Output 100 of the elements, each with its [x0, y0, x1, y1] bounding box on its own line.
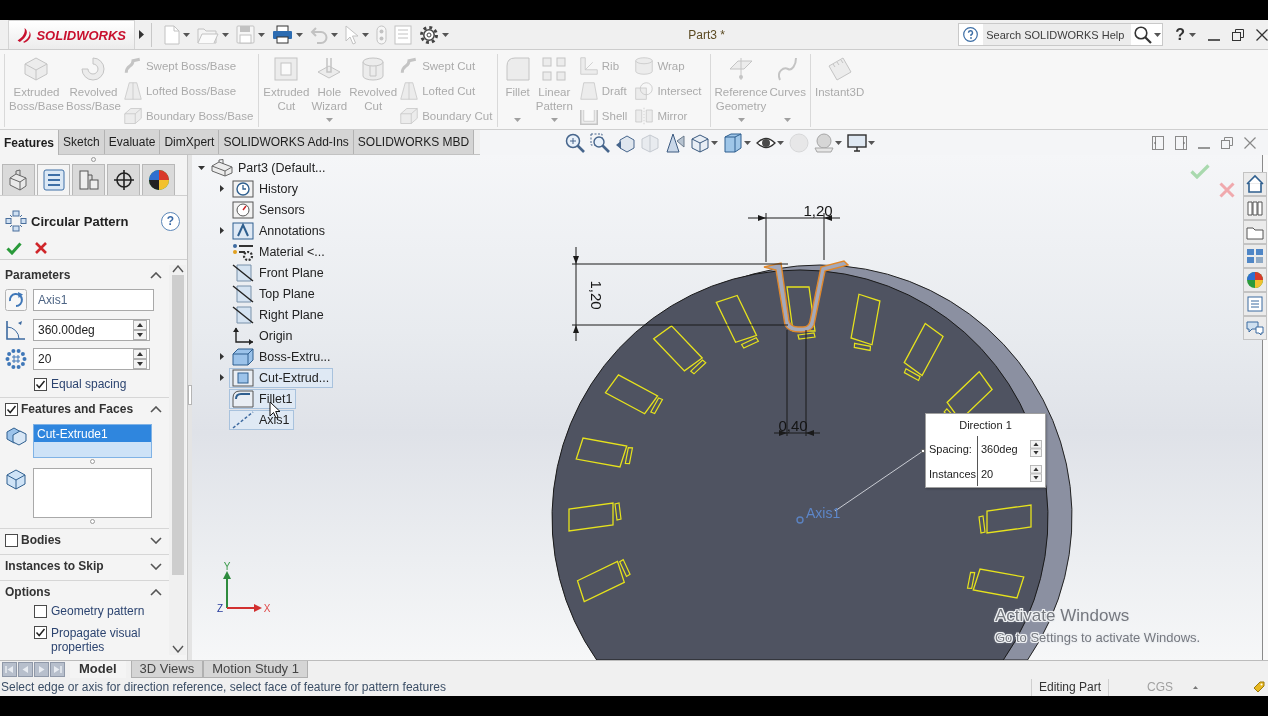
help-button[interactable]: ?: [1175, 25, 1185, 44]
help-circle-icon[interactable]: [963, 27, 979, 42]
tile-left-icon[interactable]: [1152, 135, 1164, 150]
app-menu-button[interactable]: SOLIDWORKS: [8, 20, 135, 49]
spin-field[interactable]: 20: [977, 461, 1045, 486]
caret-icon[interactable]: [197, 165, 205, 170]
tab[interactable]: Model: [70, 661, 126, 678]
gear-icon[interactable]: [419, 24, 439, 45]
spin-field[interactable]: 360deg: [977, 436, 1045, 461]
cube-icon[interactable]: [690, 132, 710, 153]
caret-icon[interactable]: [1189, 32, 1196, 37]
direction-field[interactable]: Axis1: [33, 289, 154, 311]
checkbox-label[interactable]: Geometry pattern: [51, 604, 145, 618]
caret-icon[interactable]: [442, 32, 449, 37]
home-icon[interactable]: [1243, 172, 1267, 196]
resize-grip-icon[interactable]: [90, 459, 95, 464]
selection-list[interactable]: [33, 468, 152, 518]
printer-icon[interactable]: [272, 25, 293, 44]
grip-dot-icon[interactable]: [91, 157, 96, 162]
shaded-cube-icon[interactable]: [723, 132, 743, 153]
tree-item[interactable]: Right Plane: [229, 304, 328, 325]
search-box[interactable]: Search SOLIDWORKS Help: [958, 23, 1164, 46]
caret-icon[interactable]: [220, 185, 224, 192]
tab[interactable]: Evaluate: [104, 130, 161, 154]
tiles-icon[interactable]: [1243, 244, 1267, 268]
panel-tab[interactable]: [107, 164, 140, 195]
folder-icon[interactable]: [1243, 220, 1267, 244]
list-item[interactable]: Cut-Extrude1: [34, 425, 151, 442]
tab[interactable]: Motion Study 1: [203, 661, 308, 678]
tree-item[interactable]: Annotations: [229, 220, 330, 241]
selection-list[interactable]: Cut-Extrude1: [33, 424, 152, 458]
group-title[interactable]: Bodies: [21, 533, 61, 547]
spinner-icon[interactable]: [1030, 440, 1042, 457]
checkmark-icon[interactable]: [1190, 164, 1210, 179]
tab[interactable]: Features: [0, 130, 60, 155]
caret-icon[interactable]: [296, 32, 303, 37]
checkbox[interactable]: [5, 402, 18, 416]
tree-item[interactable]: Front Plane: [229, 262, 328, 283]
caret-icon[interactable]: [711, 140, 718, 145]
checkbox[interactable]: [34, 626, 47, 639]
close-icon[interactable]: [1256, 28, 1268, 41]
previous-icon[interactable]: [18, 662, 33, 677]
restore-icon[interactable]: [1232, 28, 1244, 41]
tab[interactable]: Sketch: [59, 130, 105, 154]
tab[interactable]: SOLIDWORKS Add-Ins: [219, 130, 354, 154]
cancel-icon[interactable]: [35, 242, 47, 254]
magnifier-icon[interactable]: [565, 132, 585, 153]
tree-item[interactable]: Part3 (Default...: [208, 157, 330, 178]
tab[interactable]: 3D Views: [130, 661, 204, 678]
monitor-icon[interactable]: [847, 132, 867, 153]
tag-icon[interactable]: [1253, 681, 1265, 693]
chevron-down-icon[interactable]: [150, 562, 162, 570]
group-title[interactable]: Parameters: [5, 268, 71, 282]
tree-item[interactable]: History: [229, 178, 302, 199]
checkbox[interactable]: [34, 604, 47, 618]
chevron-down-icon[interactable]: [150, 536, 162, 544]
scroll-down-icon[interactable]: [171, 645, 184, 653]
spinner-icon[interactable]: [133, 349, 147, 369]
chevron-up-icon[interactable]: [150, 271, 162, 279]
group-title[interactable]: Features and Faces: [21, 402, 134, 416]
magnifier-box-icon[interactable]: [590, 132, 610, 153]
next-icon[interactable]: [34, 662, 49, 677]
caret-icon[interactable]: [835, 140, 842, 145]
tree-item[interactable]: Fillet1: [229, 388, 297, 409]
tree-item[interactable]: Boss-Extru...: [229, 346, 335, 367]
tree-item[interactable]: Cut-Extrud...: [229, 367, 334, 388]
spinner-icon[interactable]: [133, 320, 147, 340]
tree-item[interactable]: Sensors: [229, 199, 309, 220]
help-button[interactable]: ?: [161, 211, 180, 231]
checkbox-label[interactable]: Equal spacing: [51, 377, 127, 391]
splitter-handle[interactable]: [188, 385, 192, 405]
caret-icon[interactable]: [777, 140, 784, 145]
scrollbar-track[interactable]: [169, 265, 186, 655]
caret-up-icon[interactable]: [1193, 685, 1198, 689]
panel-tab[interactable]: [142, 164, 175, 195]
scroll-up-icon[interactable]: [171, 265, 184, 273]
checkbox[interactable]: [5, 533, 18, 547]
resize-grip-icon[interactable]: [90, 519, 95, 524]
caret-icon[interactable]: [220, 227, 224, 234]
dimension-value[interactable]: 1,20: [588, 280, 605, 310]
tab[interactable]: SOLIDWORKS MBD: [353, 130, 475, 154]
checkmark-icon[interactable]: [6, 241, 22, 255]
spinner-icon[interactable]: [1030, 465, 1042, 482]
group-title[interactable]: Instances to Skip: [5, 559, 104, 573]
tree-item[interactable]: Origin: [229, 325, 297, 346]
tile-right-icon[interactable]: [1175, 135, 1187, 150]
caret-icon[interactable]: [220, 353, 224, 360]
caret-icon[interactable]: [744, 140, 751, 145]
skip-first-icon[interactable]: [2, 662, 17, 677]
search-icon[interactable]: [1134, 25, 1153, 44]
chevron-up-icon[interactable]: [150, 405, 162, 413]
instances-field[interactable]: 20: [33, 348, 150, 370]
checkbox[interactable]: [34, 377, 47, 391]
chat-icon[interactable]: [1243, 316, 1267, 340]
group-title[interactable]: Options: [5, 585, 51, 599]
caret-icon[interactable]: [1154, 32, 1162, 37]
caret-icon[interactable]: [220, 374, 224, 381]
tree-item[interactable]: Top Plane: [229, 283, 319, 304]
skip-last-icon[interactable]: [50, 662, 65, 677]
chevron-up-icon[interactable]: [150, 588, 162, 596]
